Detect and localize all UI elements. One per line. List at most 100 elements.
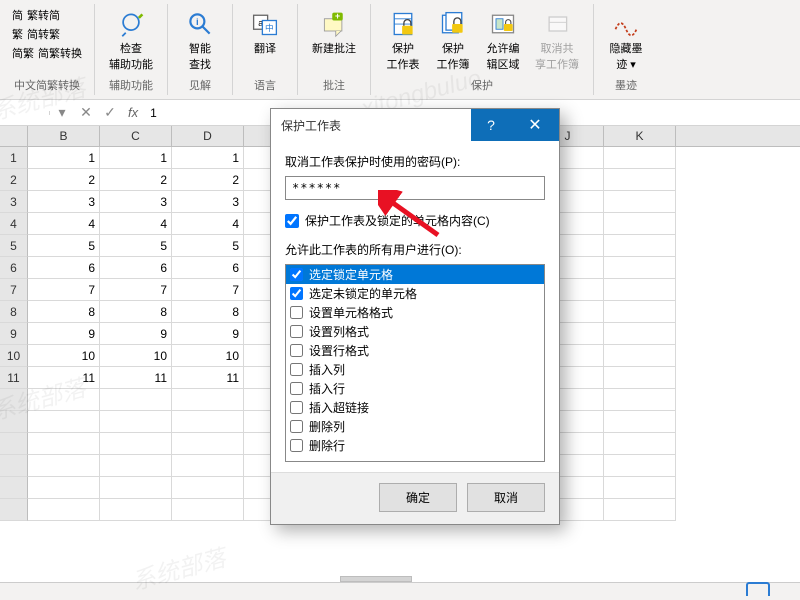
column-header[interactable]: K [604,126,676,146]
cell[interactable] [28,477,100,499]
cell[interactable] [172,477,244,499]
permission-checkbox[interactable] [290,363,303,376]
permission-option[interactable]: 删除行 [286,436,544,455]
row-header[interactable]: 3 [0,191,28,213]
cell[interactable]: 11 [28,367,100,389]
password-input[interactable] [285,176,545,200]
cell[interactable] [172,389,244,411]
cell[interactable] [604,499,676,521]
row-header[interactable]: 4 [0,213,28,235]
row-header[interactable]: 11 [0,367,28,389]
row-header[interactable] [0,499,28,521]
row-header[interactable]: 1 [0,147,28,169]
check-accessibility-button[interactable]: 检查 辅助功能 [105,6,157,74]
fx-icon[interactable]: fx [128,105,138,120]
name-box-dropdown[interactable]: ▾ [50,104,74,121]
cell[interactable]: 2 [172,169,244,191]
cell[interactable] [604,213,676,235]
permission-checkbox[interactable] [290,401,303,414]
cell[interactable]: 8 [28,301,100,323]
dialog-close-button[interactable]: ✕ [511,109,559,141]
cell[interactable] [604,301,676,323]
permission-checkbox[interactable] [290,382,303,395]
cell[interactable]: 10 [100,345,172,367]
allow-edit-ranges-button[interactable]: 允许编 辑区域 [481,6,525,74]
row-header[interactable]: 2 [0,169,28,191]
cancel-button[interactable]: 取消 [467,483,545,512]
permission-option[interactable]: 插入超链接 [286,398,544,417]
cell[interactable]: 7 [28,279,100,301]
permission-option[interactable]: 选定锁定单元格 [286,265,544,284]
cell[interactable] [604,477,676,499]
cell[interactable] [172,433,244,455]
trad-to-simp-button[interactable]: 简繁转简 [10,6,84,24]
cell[interactable] [100,433,172,455]
new-comment-button[interactable]: + 新建批注 x [308,6,360,70]
cell[interactable]: 11 [100,367,172,389]
cell[interactable] [604,411,676,433]
permission-checkbox[interactable] [290,439,303,452]
cell[interactable]: 6 [172,257,244,279]
enter-formula-button[interactable]: ✓ [98,104,122,121]
select-all-corner[interactable] [0,126,28,146]
ok-button[interactable]: 确定 [379,483,457,512]
column-header[interactable]: C [100,126,172,146]
cell[interactable] [604,345,676,367]
row-header[interactable] [0,411,28,433]
cell[interactable]: 1 [28,147,100,169]
cell[interactable] [100,389,172,411]
cell[interactable]: 4 [28,213,100,235]
cell[interactable]: 9 [100,323,172,345]
protect-workbook-button[interactable]: 保护 工作簿 [431,6,475,74]
dialog-titlebar[interactable]: 保护工作表 ? ✕ [271,109,559,141]
cell[interactable] [604,279,676,301]
permission-checkbox[interactable] [290,420,303,433]
cell[interactable]: 4 [172,213,244,235]
cell[interactable]: 3 [172,191,244,213]
permission-checkbox[interactable] [290,344,303,357]
cell[interactable]: 8 [100,301,172,323]
row-header[interactable] [0,477,28,499]
translate-button[interactable]: a中 翻译 x [243,6,287,70]
cell[interactable]: 9 [172,323,244,345]
cell[interactable]: 3 [100,191,172,213]
cell[interactable]: 8 [172,301,244,323]
cell[interactable]: 6 [28,257,100,279]
cell[interactable]: 1 [172,147,244,169]
row-header[interactable]: 8 [0,301,28,323]
cell[interactable] [100,499,172,521]
smart-lookup-button[interactable]: i 智能 查找 [178,6,222,74]
cell[interactable] [604,323,676,345]
cell[interactable] [604,433,676,455]
cell[interactable]: 10 [28,345,100,367]
cell[interactable] [100,411,172,433]
row-header[interactable] [0,455,28,477]
cell[interactable] [28,455,100,477]
cell[interactable]: 10 [172,345,244,367]
permission-checkbox[interactable] [290,268,303,281]
permissions-listbox[interactable]: 选定锁定单元格选定未锁定的单元格设置单元格格式设置列格式设置行格式插入列插入行插… [285,264,545,462]
permission-option[interactable]: 设置列格式 [286,322,544,341]
simp-to-trad-button[interactable]: 繁简转繁 [10,25,84,43]
cell[interactable] [604,147,676,169]
cell[interactable]: 11 [172,367,244,389]
row-header[interactable]: 10 [0,345,28,367]
cell[interactable] [604,169,676,191]
cell[interactable] [172,455,244,477]
name-box[interactable] [0,111,50,115]
row-header[interactable] [0,433,28,455]
cell[interactable] [100,455,172,477]
protect-contents-checkbox[interactable]: 保护工作表及锁定的单元格内容(C) [285,212,545,229]
cell[interactable]: 2 [100,169,172,191]
column-header[interactable]: B [28,126,100,146]
permission-option[interactable]: 插入列 [286,360,544,379]
cell[interactable]: 9 [28,323,100,345]
cell[interactable]: 2 [28,169,100,191]
permission-option[interactable]: 删除列 [286,417,544,436]
permission-checkbox[interactable] [290,287,303,300]
cell[interactable]: 6 [100,257,172,279]
permission-checkbox[interactable] [290,325,303,338]
row-header[interactable]: 6 [0,257,28,279]
cell[interactable] [604,257,676,279]
cell[interactable] [28,389,100,411]
